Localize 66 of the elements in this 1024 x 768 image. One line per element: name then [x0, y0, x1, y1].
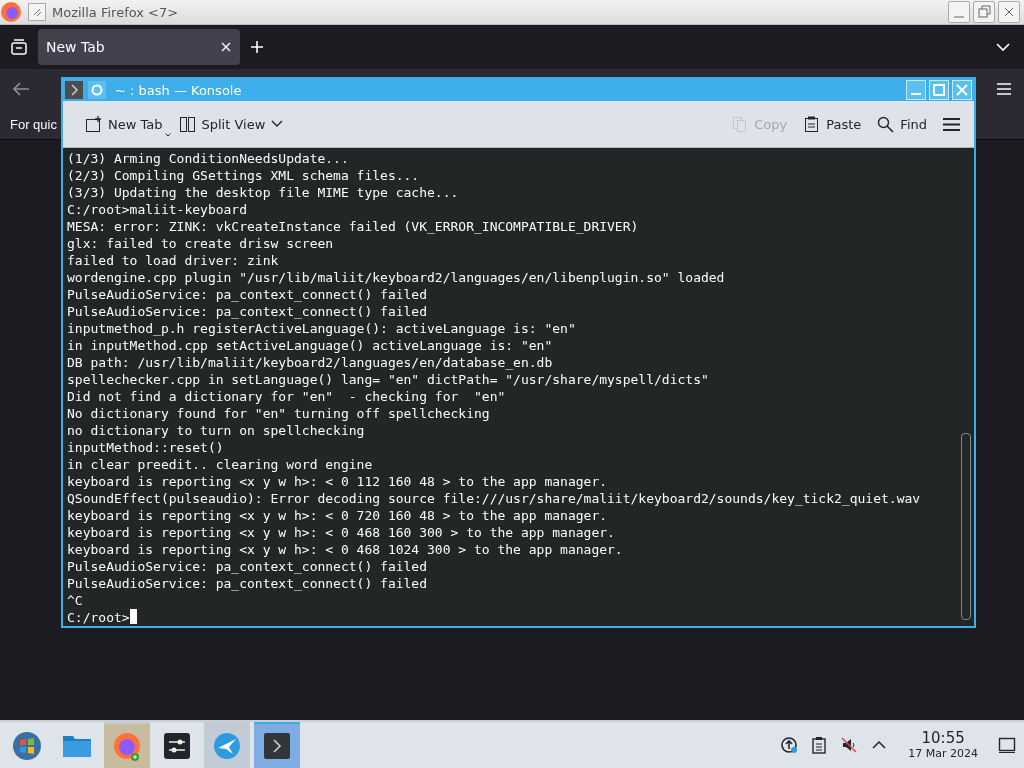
start-menu-icon: [11, 730, 43, 763]
scrollbar-thumb[interactable]: [961, 433, 971, 620]
caret-icon: [164, 132, 171, 137]
firefox-icon: [111, 730, 143, 763]
terminal-line: PulseAudioService: pa_context_connect() failed: [67, 558, 429, 575]
terminal-line: keyboard is reporting <x y w h>: < 0 112 160 48 > to the app manager.: [67, 473, 609, 490]
menu-icon[interactable]: [996, 82, 1012, 96]
chevron-down-icon: [271, 120, 284, 128]
close-button[interactable]: [998, 1, 1020, 23]
paste-button[interactable]: Paste: [797, 111, 868, 137]
terminal-line: PulseAudioService: pa_context_connect() failed: [67, 303, 429, 320]
terminal-line: (2/3) Compiling GSettings XML schema files...: [67, 167, 421, 184]
chevron-down-icon[interactable]: [996, 42, 1010, 52]
new-tab-button[interactable]: New Tab: [79, 111, 169, 137]
clipboard-icon: [803, 115, 821, 133]
terminal-cursor: [129, 609, 137, 624]
terminal-line: glx: failed to create drisw screen: [67, 235, 335, 252]
new-tab-icon[interactable]: [250, 40, 264, 54]
new-tab-icon: [85, 115, 102, 133]
terminal-line: keyboard is reporting <x y w h>: < 0 468 1024 300 > to the app manager.: [67, 541, 624, 558]
muted-speaker-icon[interactable]: [840, 736, 859, 755]
split-view-button[interactable]: Split View: [172, 111, 290, 137]
search-icon: [877, 115, 895, 133]
terminal-line: PulseAudioService: pa_context_connect() failed: [67, 286, 429, 303]
split-view-icon: [178, 115, 196, 133]
terminal-line: spellechecker.cpp in setLanguage() lang= "en" dictPath= "/usr/share/myspell/dicts": [67, 371, 710, 388]
terminal-line: (1/3) Arming ConditionNeedsUpdate...: [67, 150, 350, 167]
terminal-line: no dictionary to turn on spellchecking: [67, 422, 366, 439]
restore-button[interactable]: [973, 1, 995, 23]
browser-tab[interactable]: New Tab: [38, 29, 240, 65]
clock-date: 17 Mar 2024: [908, 748, 978, 760]
terminal-line: in inputMethod.cpp setActiveLanguage() activeLanguage is: "en": [67, 337, 554, 354]
taskbar-app-button[interactable]: [254, 722, 300, 768]
terminal-line: (3/3) Updating the desktop file MIME type cache...: [67, 184, 460, 201]
terminal-line: C:/root>maliit-keyboard: [67, 201, 248, 218]
terminal-line: Did not find a dictionary for "en" - checking for "en": [67, 388, 507, 405]
terminal-line: C:/root>: [67, 609, 130, 626]
terminal-icon: [65, 81, 83, 99]
terminal-line: in clear preedit.. clearing word engine: [67, 456, 374, 473]
terminal-line: DB path: /usr/lib/maliit/keyboard2/languages/en/database_en.db: [67, 354, 554, 371]
terminal-line: ^C: [67, 592, 84, 609]
terminal-line: inputmethod_p.h registerActiveLanguage(): activeLanguage is: "en": [67, 320, 577, 337]
copy-icon: [731, 115, 749, 133]
clipboard-icon[interactable]: [810, 736, 829, 755]
terminal-line: failed to load driver: zink: [67, 252, 280, 269]
terminal-line: keyboard is reporting <x y w h>: < 0 468 160 300 > to the app manager.: [67, 524, 616, 541]
window-title: Mozilla Firefox <7>: [52, 4, 180, 20]
page-text: For quic: [10, 116, 57, 132]
menu-icon: [943, 115, 960, 133]
terminal-line: MESA: error: ZINK: vkCreateInstance failed (VK_ERROR_INCOMPATIBLE_DRIVER): [67, 218, 640, 235]
clock-time: 10:55: [921, 731, 965, 747]
find-button[interactable]: Find: [871, 111, 933, 137]
close-icon[interactable]: [220, 41, 232, 53]
back-arrow-icon[interactable]: [12, 81, 30, 97]
clock[interactable]: 10:55 17 Mar 2024: [908, 731, 978, 760]
window-title: ~ : bash — Konsole: [115, 82, 243, 98]
terminal-line: keyboard is reporting <x y w h>: < 0 720 160 48 > to the app manager.: [67, 507, 609, 524]
firefox-icon: [0, 1, 22, 23]
terminal-line: PulseAudioService: pa_context_connect() failed: [67, 575, 429, 592]
terminal-line: inputMethod::reset(): [67, 439, 225, 456]
update-icon[interactable]: [780, 736, 799, 755]
terminal-line: QSoundEffect(pulseaudio): Error decoding source file:///usr/share/maliit/keyboard2/sounds/key_tick2_quiet.wav: [67, 490, 922, 507]
terminal-line: No dictionary found for "en" turning off spellchecking: [67, 405, 491, 422]
show-desktop-icon[interactable]: [998, 736, 1016, 755]
tab-list-icon[interactable]: [10, 38, 28, 56]
terminal-line: wordengine.cpp plugin "/usr/lib/maliit/keyboard2/languages/en/libenplugin.so" loaded: [67, 269, 726, 286]
